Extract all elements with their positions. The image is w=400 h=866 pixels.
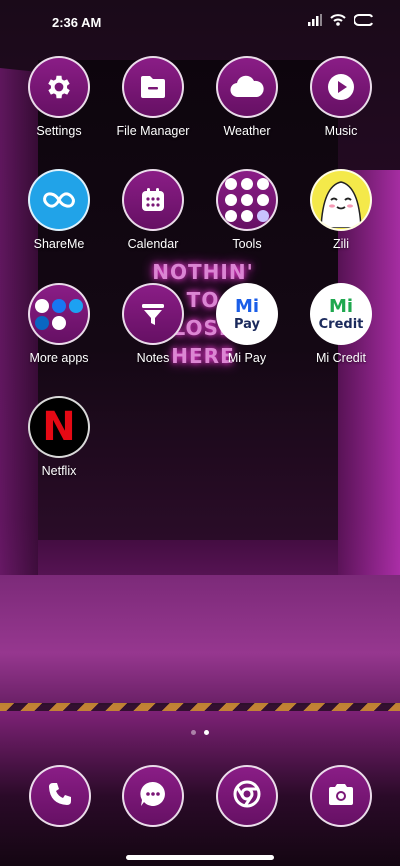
app-label: Music [324, 124, 358, 138]
calendar-icon [122, 169, 184, 231]
mi-pay-logo-top: Mi [234, 295, 260, 317]
signal-icon [308, 14, 322, 26]
app-label: Zili [333, 237, 349, 251]
folder-icon [122, 56, 184, 118]
cloud-icon [216, 56, 278, 118]
status-time: 2:36 AM [52, 15, 102, 30]
mi-pay-logo-bottom: Pay [233, 316, 261, 332]
folder-tools[interactable]: Tools [200, 169, 294, 251]
app-label: Netflix [41, 464, 77, 478]
wallpaper-floor [0, 575, 400, 705]
wifi-icon [330, 14, 346, 26]
app-notes[interactable]: Notes [106, 283, 200, 365]
folder-more-apps[interactable]: More apps [12, 283, 106, 365]
app-label: Notes [136, 351, 170, 365]
messages-icon [138, 779, 168, 814]
mi-credit-logo: Mi Credit [310, 283, 372, 345]
app-label: Mi Credit [315, 351, 366, 365]
mi-credit-logo-top: Mi [328, 295, 354, 317]
app-mi-credit[interactable]: Mi Credit Mi Credit [294, 283, 388, 365]
phone-icon [46, 780, 74, 813]
status-bar: 2:36 AM [0, 0, 400, 44]
netflix-logo: N [28, 396, 90, 458]
infinity-icon [28, 169, 90, 231]
play-icon [310, 56, 372, 118]
dock-chrome[interactable] [216, 765, 278, 827]
app-label: Settings [36, 124, 82, 138]
mi-credit-logo-bottom: Credit [318, 316, 364, 332]
home-indicator[interactable] [126, 855, 274, 860]
status-icons [308, 14, 374, 26]
page-dot[interactable] [191, 730, 196, 735]
gear-icon [28, 56, 90, 118]
app-label: ShareMe [33, 237, 85, 251]
app-file-manager[interactable]: File Manager [106, 56, 200, 138]
app-shareme[interactable]: ShareMe [12, 169, 106, 251]
camera-icon [326, 781, 356, 812]
app-label: More apps [29, 351, 89, 365]
wallpaper-hazard-stripe [0, 703, 400, 711]
netflix-letter: N [42, 404, 76, 450]
app-weather[interactable]: Weather [200, 56, 294, 138]
app-music[interactable]: Music [294, 56, 388, 138]
tools-folder-icon [216, 169, 278, 231]
app-label: Weather [223, 124, 271, 138]
app-settings[interactable]: Settings [12, 56, 106, 138]
app-label: Calendar [127, 237, 179, 251]
app-label: File Manager [116, 124, 190, 138]
more-apps-folder-icon [28, 283, 90, 345]
battery-icon [354, 14, 374, 26]
app-zili[interactable]: Zili [294, 169, 388, 251]
chrome-icon [232, 779, 262, 814]
dock-messages[interactable] [122, 765, 184, 827]
dock-camera[interactable] [310, 765, 372, 827]
dock-phone[interactable] [29, 765, 91, 827]
app-label: Tools [232, 237, 262, 251]
funnel-icon [122, 283, 184, 345]
page-indicator [0, 730, 400, 735]
app-calendar[interactable]: Calendar [106, 169, 200, 251]
zili-face-icon [310, 169, 372, 231]
page-dot-active[interactable] [204, 730, 209, 735]
mi-pay-logo: Mi Pay [216, 283, 278, 345]
app-label: Mi Pay [227, 351, 267, 365]
app-mi-pay[interactable]: Mi Pay Mi Pay [200, 283, 294, 365]
app-netflix[interactable]: N Netflix [12, 396, 106, 478]
